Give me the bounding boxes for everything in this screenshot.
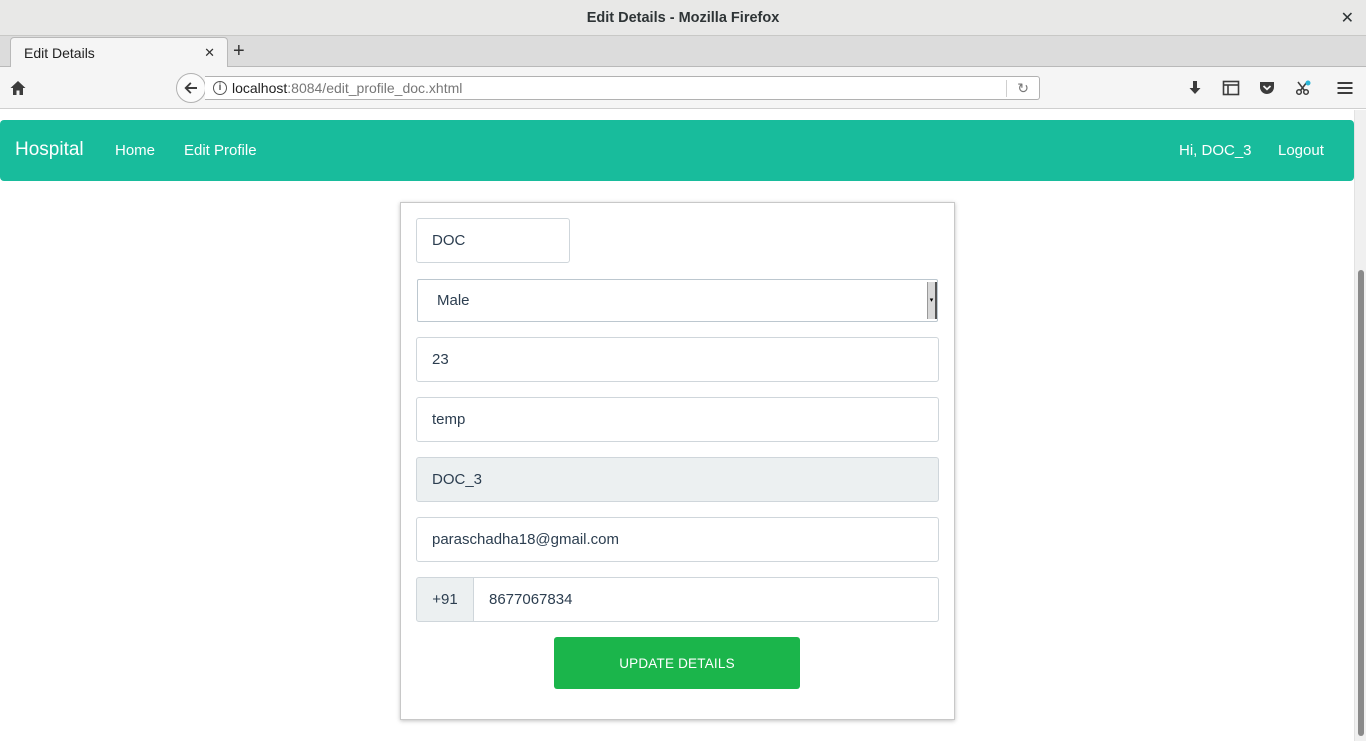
site-brand[interactable]: Hospital — [15, 139, 84, 161]
nav-link-home[interactable]: Home — [115, 142, 155, 159]
window-close-icon[interactable]: ✕ — [1341, 8, 1354, 28]
tab-close-icon[interactable]: ✕ — [204, 45, 215, 61]
extension-icon[interactable] — [1294, 79, 1312, 97]
email-field[interactable]: paraschadha18@gmail.com — [416, 517, 939, 562]
menu-icon[interactable] — [1336, 79, 1354, 97]
url-text[interactable]: localhost:8084/edit_profile_doc.xhtml — [232, 80, 462, 96]
age-field[interactable]: 23 — [416, 337, 939, 382]
site-info-icon[interactable]: i — [213, 81, 227, 95]
browser-toolbar: i localhost:8084/edit_profile_doc.xhtml … — [0, 67, 1366, 109]
tab-label: Edit Details — [24, 44, 95, 61]
url-path: :8084/edit_profile_doc.xhtml — [287, 80, 463, 96]
window-title: Edit Details - Mozilla Firefox — [586, 9, 780, 26]
page-scrollbar[interactable] — [1354, 110, 1366, 741]
edit-profile-form: DOC Male ▾ 23 temp DOC_3 paraschadha18@g… — [400, 202, 955, 720]
nav-greeting[interactable]: Hi, DOC_3 — [1179, 142, 1252, 159]
site-navbar: Hospital Home Edit Profile Hi, DOC_3 Log… — [0, 120, 1354, 181]
tab-strip: Edit Details ✕ + — [0, 36, 1366, 67]
download-icon[interactable] — [1186, 79, 1204, 97]
scrollbar-thumb[interactable] — [1358, 270, 1364, 736]
library-icon[interactable] — [1222, 79, 1240, 97]
back-button[interactable] — [176, 73, 206, 103]
url-host: localhost — [232, 80, 288, 96]
window-titlebar: Edit Details - Mozilla Firefox ✕ — [0, 0, 1366, 36]
home-icon[interactable] — [9, 79, 27, 97]
phone-input-group: +91 8677067834 — [416, 577, 939, 622]
phone-prefix: +91 — [416, 577, 474, 622]
back-arrow-icon — [184, 82, 197, 94]
new-tab-icon[interactable]: + — [233, 41, 245, 61]
username-field: DOC_3 — [416, 457, 939, 502]
url-separator — [1006, 80, 1007, 97]
first-name-field[interactable]: DOC — [416, 218, 570, 263]
specialty-field[interactable]: temp — [416, 397, 939, 442]
url-bar[interactable]: i localhost:8084/edit_profile_doc.xhtml … — [205, 76, 1040, 100]
gender-select[interactable]: Male ▾ — [417, 279, 938, 322]
phone-field[interactable]: 8677067834 — [474, 577, 939, 622]
select-arrow-icon[interactable]: ▾ — [927, 282, 937, 319]
nav-link-edit-profile[interactable]: Edit Profile — [184, 142, 257, 159]
reload-icon[interactable]: ↻ — [1017, 80, 1029, 97]
gender-select-value: Male — [437, 292, 470, 309]
pocket-icon[interactable] — [1258, 79, 1276, 97]
update-details-button[interactable]: UPDATE DETAILS — [554, 637, 800, 689]
page-content: Hospital Home Edit Profile Hi, DOC_3 Log… — [0, 110, 1354, 741]
browser-tab[interactable]: Edit Details ✕ — [10, 37, 228, 67]
nav-link-logout[interactable]: Logout — [1278, 142, 1324, 159]
